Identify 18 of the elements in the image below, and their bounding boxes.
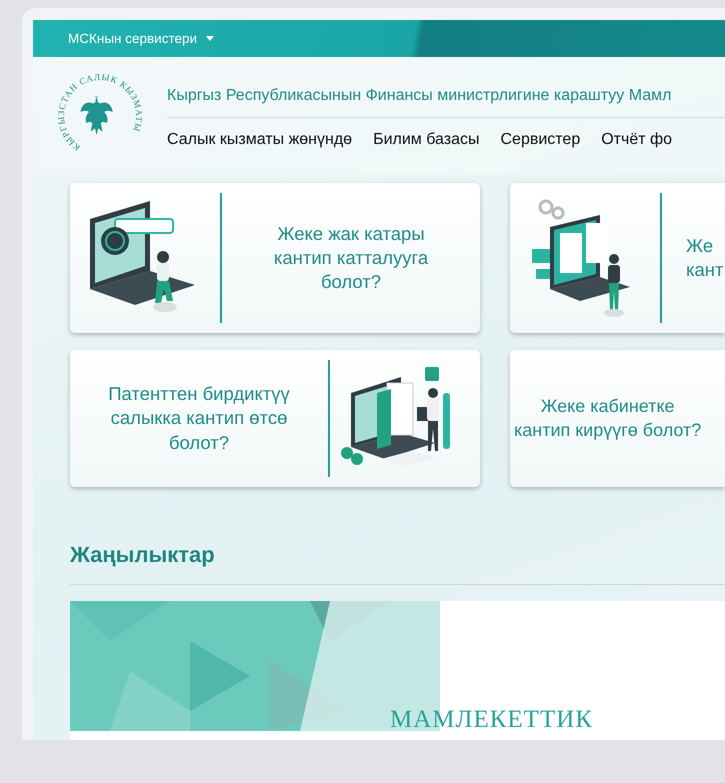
site-title: Кыргыз Республикасынын Финансы министрлигине караштуу Мамл bbox=[167, 87, 672, 105]
nav-link[interactable]: Салык кызматы жөнүндө bbox=[167, 131, 352, 149]
nav-link[interactable]: Отчёт фо bbox=[601, 131, 672, 149]
question-card[interactable]: Жеке кабинетке кантип кирүүгө болот? bbox=[510, 350, 725, 487]
news-banner[interactable]: МАМЛЕКЕТТИК bbox=[70, 601, 725, 740]
question-text: Же кант bbox=[685, 234, 724, 282]
nav-link[interactable]: Сервистер bbox=[500, 131, 580, 149]
news-heading: Жаңылыктар bbox=[70, 542, 216, 568]
question-text: Жеке жак катары кантип катталууга болот? bbox=[272, 222, 430, 294]
question-card[interactable]: Же кант bbox=[510, 183, 725, 333]
question-text: Жеке кабинетке кантип кирүүгө болот? bbox=[513, 395, 702, 442]
question-card[interactable]: Жеке жак катары кантип катталууга болот? bbox=[70, 183, 480, 333]
caret-icon bbox=[206, 36, 214, 41]
question-text: Патенттен бирдиктүү салыкка кантип өтсө болот? bbox=[107, 382, 291, 455]
question-card[interactable]: Патенттен бирдиктүү салыкка кантип өтсө болот? bbox=[70, 350, 480, 487]
banner-title: МАМЛЕКЕТТИК bbox=[390, 706, 593, 734]
nav-link[interactable]: Билим базасы bbox=[373, 131, 480, 149]
services-menu[interactable]: МСКнын сервистери bbox=[68, 31, 214, 46]
